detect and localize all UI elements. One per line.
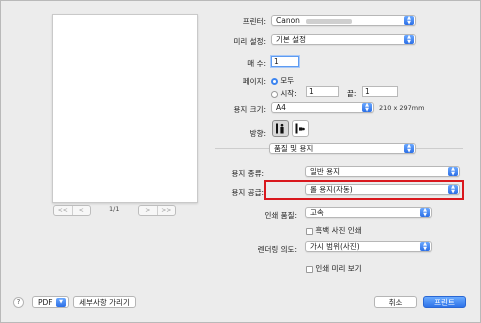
pages-range-option[interactable]: 시작: <box>271 88 297 99</box>
presets-select[interactable]: 기본 설정 ▲ ▼ <box>271 34 416 45</box>
landscape-icon <box>295 123 305 134</box>
cancel-button[interactable]: 취소 <box>374 296 417 308</box>
page-nav-forward: > >> <box>138 205 176 216</box>
paper-source-select[interactable]: 롤 용지(자동) ▲ ▼ <box>305 184 460 195</box>
pages-to-label: 끝: <box>347 89 357 98</box>
portrait-icon <box>276 123 284 134</box>
print-preview-label: 인쇄 미리 보기 <box>315 264 362 273</box>
last-page-button[interactable]: >> <box>156 206 176 215</box>
portrait-button[interactable] <box>272 120 289 137</box>
pages-all-label: 모두 <box>280 76 295 85</box>
paper-size-label: 용지 크기: <box>233 105 266 114</box>
chevron-updown-icon: ▲ ▼ <box>404 35 414 44</box>
print-button[interactable]: 프린트 <box>423 296 466 308</box>
pages-label: 페이지: <box>242 77 266 86</box>
media-type-select[interactable]: 일반 용지 ▲ ▼ <box>305 166 460 177</box>
pages-from-field[interactable]: 1 <box>306 86 339 97</box>
page-counter: 1/1 <box>109 205 120 213</box>
paper-size-select[interactable]: A4 ▲ ▼ <box>271 102 374 113</box>
grayscale-label: 흑백 사진 인쇄 <box>315 226 362 235</box>
hide-details-button[interactable]: 세부사항 가리기 <box>73 296 136 308</box>
chevron-updown-icon: ▲ ▼ <box>404 144 414 153</box>
chevron-updown-icon: ▲ ▼ <box>420 208 430 217</box>
pages-from-label: 시작: <box>280 89 297 98</box>
pages-all-radio[interactable] <box>271 77 278 85</box>
prev-page-button[interactable]: < <box>71 206 91 215</box>
printer-model-redacted <box>305 18 352 24</box>
print-preview-page <box>52 14 198 203</box>
printer-label: 프린터: <box>242 17 266 26</box>
presets-value: 기본 설정 <box>276 35 306 44</box>
presets-label: 미리 설정: <box>233 37 266 46</box>
pages-all-option[interactable]: 모두 <box>271 75 294 86</box>
print-quality-select[interactable]: 고속 ▲ ▼ <box>305 207 432 218</box>
chevron-updown-icon: ▲ ▼ <box>362 103 372 112</box>
copies-label: 매 수: <box>247 59 266 68</box>
paper-dimensions: 210 x 297mm <box>379 104 425 112</box>
chevron-down-icon: ▼ <box>56 298 66 307</box>
printer-select[interactable]: Canon ▲ ▼ <box>271 15 416 26</box>
first-page-button[interactable]: << <box>54 206 72 215</box>
grayscale-option[interactable]: 흑백 사진 인쇄 <box>306 225 362 236</box>
help-button[interactable]: ? <box>13 297 24 308</box>
grayscale-checkbox[interactable] <box>306 227 313 235</box>
page-nav-back: << < <box>53 205 91 216</box>
print-quality-value: 고속 <box>310 208 324 217</box>
pages-to-field[interactable]: 1 <box>362 86 398 97</box>
print-quality-label: 인쇄 품질: <box>264 211 297 220</box>
rendering-intent-label: 렌더링 의도: <box>257 245 297 254</box>
next-page-button[interactable]: > <box>139 206 157 215</box>
paper-size-value: A4 <box>276 103 286 112</box>
print-preview-checkbox[interactable] <box>306 265 313 273</box>
paper-source-label: 용지 공급: <box>231 188 264 197</box>
printer-value: Canon <box>276 16 300 25</box>
media-type-value: 일반 용지 <box>310 167 340 176</box>
rendering-intent-select[interactable]: 가시 범위(사진) ▲ ▼ <box>305 241 432 252</box>
copies-field[interactable]: 1 <box>271 56 299 67</box>
chevron-updown-icon: ▲ ▼ <box>448 185 458 194</box>
section-value: 품질 및 용지 <box>274 144 314 153</box>
paper-source-value: 롤 용지(자동) <box>310 185 353 194</box>
section-select[interactable]: 품질 및 용지 ▲ ▼ <box>269 143 416 154</box>
chevron-updown-icon: ▲ ▼ <box>404 16 414 25</box>
media-type-label: 용지 종류: <box>231 169 264 178</box>
landscape-button[interactable] <box>292 120 309 137</box>
chevron-updown-icon: ▲ ▼ <box>448 167 458 176</box>
orientation-label: 방향: <box>249 129 266 138</box>
print-preview-option[interactable]: 인쇄 미리 보기 <box>306 263 362 274</box>
pdf-label: PDF <box>38 297 53 307</box>
chevron-updown-icon: ▲ ▼ <box>420 242 430 251</box>
rendering-intent-value: 가시 범위(사진) <box>310 242 360 251</box>
pdf-menu-button[interactable]: PDF ▼ <box>32 296 69 308</box>
print-dialog: << < 1/1 > >> 프린터: Canon ▲ ▼ 미리 설정: 기본 설정… <box>0 0 481 323</box>
pages-range-radio[interactable] <box>271 90 278 98</box>
